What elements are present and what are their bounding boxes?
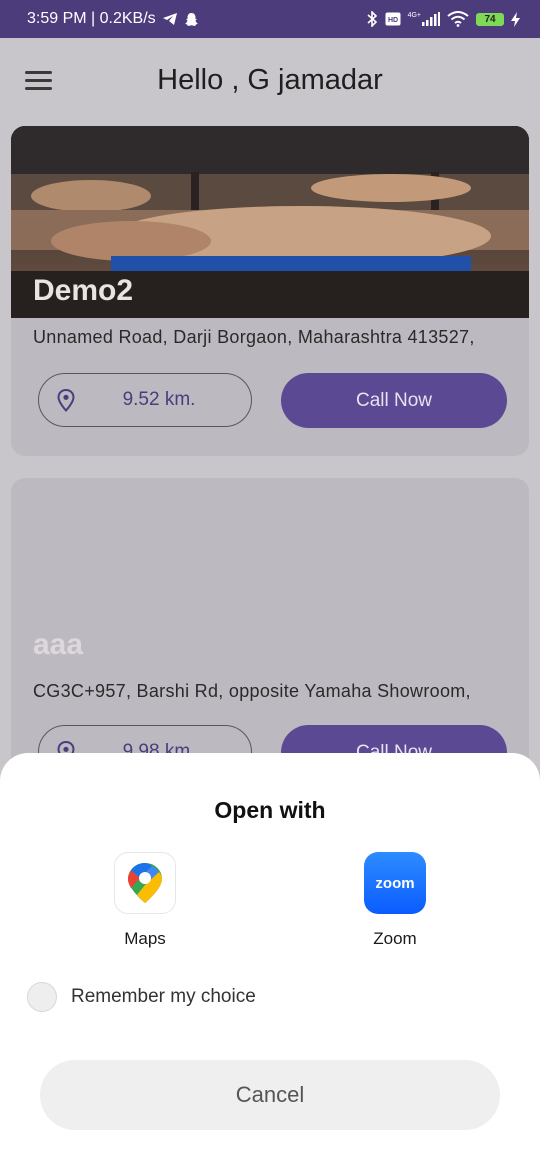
remember-radio[interactable] <box>27 982 57 1012</box>
app-label: Maps <box>124 929 166 948</box>
app-header: Hello , G jamadar <box>0 38 540 128</box>
telegram-icon <box>162 12 178 26</box>
remember-label: Remember my choice <box>71 986 256 1007</box>
signal-icon: 4G+ <box>408 12 440 26</box>
cancel-button[interactable]: Cancel <box>40 1060 500 1130</box>
battery-level: 74 <box>484 13 496 25</box>
charging-icon <box>511 11 520 27</box>
listing-address: CG3C+957, Barshi Rd, opposite Yamaha Sho… <box>33 681 471 701</box>
call-now-button[interactable]: Call Now <box>281 373 507 428</box>
sheet-title: Open with <box>214 797 326 823</box>
distance-button[interactable]: 9.52 km. <box>38 373 252 427</box>
snapchat-icon <box>184 12 199 27</box>
zoom-app-option[interactable]: zoom Zoom <box>330 852 460 949</box>
listing-name: aaa <box>33 628 84 661</box>
listing-name: Demo2 <box>33 274 134 307</box>
wifi-icon <box>447 11 469 27</box>
listing-address: Unnamed Road, Darji Borgaon, Maharashtra… <box>33 327 475 347</box>
svg-text:HD: HD <box>388 17 398 24</box>
google-maps-icon[interactable] <box>114 852 176 914</box>
volte-icon: HD <box>385 12 401 26</box>
app-label: Zoom <box>373 929 417 948</box>
remember-choice-option[interactable]: Remember my choice <box>27 982 256 1012</box>
network-type: 4G+ <box>407 12 421 19</box>
zoom-icon[interactable]: zoom <box>364 852 426 914</box>
status-bar: 3:59 PM | 0.2KB/s HD 4G+ 74 <box>0 0 540 38</box>
status-time: 3:59 PM | 0.2KB/s <box>27 10 156 27</box>
page-title: Hello , G jamadar <box>157 64 383 96</box>
open-with-sheet: Open with Maps zoom Zoom Remember my cho… <box>0 753 540 1170</box>
maps-app-option[interactable]: Maps <box>80 852 210 949</box>
distance-value: 9.52 km. <box>122 389 196 410</box>
listing-card[interactable]: Demo2 Unnamed Road, Darji Borgaon, Mahar… <box>11 126 529 456</box>
battery-icon: 74 <box>476 12 504 26</box>
bluetooth-icon <box>367 11 378 27</box>
